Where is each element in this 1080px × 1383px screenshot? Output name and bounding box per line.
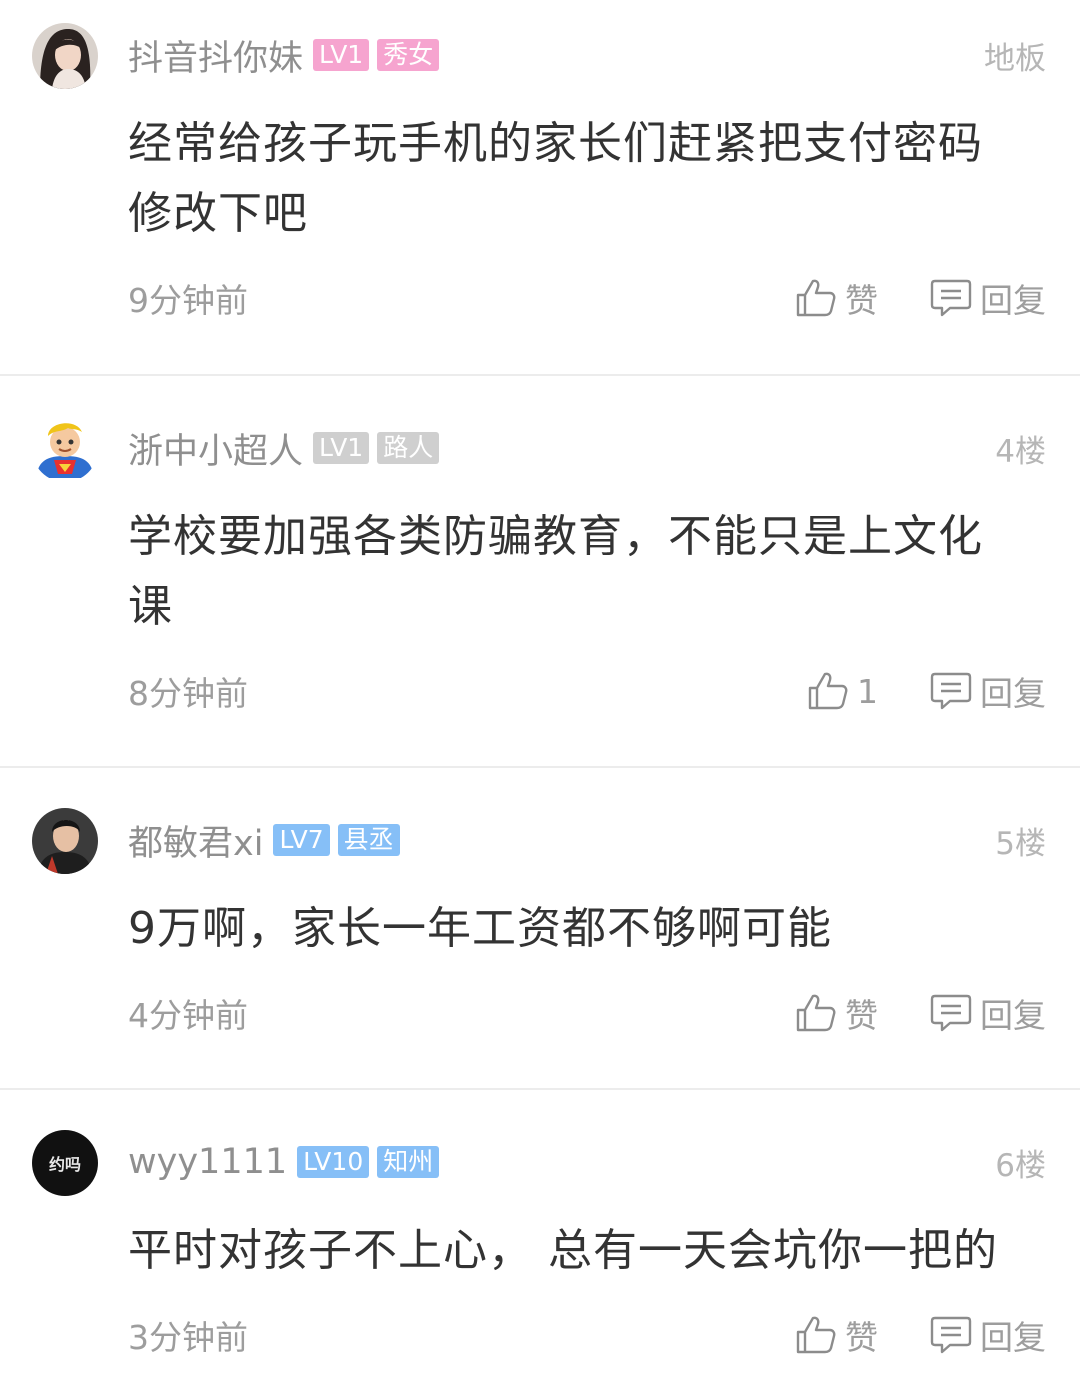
username[interactable]: 抖音抖你妹 (128, 30, 303, 81)
girl-avatar-icon (32, 23, 98, 89)
like-label: 赞 (845, 1318, 878, 1357)
reply-label: 回复 (980, 674, 1046, 713)
comment-bubble-icon (930, 279, 972, 317)
comment-header: 抖音抖你妹 LV1 秀女 地板 (128, 30, 1046, 80)
floor-label: 6楼 (995, 1147, 1046, 1184)
timestamp: 8分钟前 (128, 674, 248, 713)
title-badge: 县丞 (337, 824, 400, 856)
timestamp: 3分钟前 (128, 1318, 248, 1357)
comment-bubble-icon (930, 994, 972, 1032)
timestamp: 9分钟前 (128, 281, 248, 320)
reply-button[interactable]: 回复 (930, 274, 1046, 322)
avatar[interactable]: 约吗 (32, 1130, 98, 1196)
avatar[interactable] (32, 808, 98, 874)
thumbs-up-icon (796, 994, 836, 1032)
comment-header: wyy1111 LV10 知州 6楼 (128, 1137, 1046, 1187)
username[interactable]: 浙中小超人 (128, 423, 303, 474)
level-badge: LV7 (273, 824, 330, 856)
avatar-logo-text: 约吗 (49, 1155, 81, 1174)
like-button[interactable]: 1 (807, 670, 878, 712)
comment-actions: 赞 回复 (795, 274, 1046, 322)
reply-button[interactable]: 回复 (930, 1311, 1046, 1359)
reply-button[interactable]: 回复 (930, 667, 1046, 715)
username[interactable]: 都敏君xi (128, 815, 263, 866)
comment-text: 9万啊，家长一年工资都不够啊可能 (128, 903, 832, 954)
superman-avatar-icon (32, 416, 98, 482)
comment-actions: 赞 回复 (795, 989, 1046, 1037)
comment-footer: 8分钟前 1 回复 (128, 666, 1046, 716)
comment-item: 都敏君xi LV7 县丞 5楼 9万啊，家长一年工资都不够啊可能 4分钟前 赞 … (0, 768, 1080, 1090)
comment-header: 浙中小超人 LV1 路人 4楼 (128, 423, 1046, 473)
comment-actions: 1 回复 (807, 667, 1046, 715)
comment-bubble-icon (930, 672, 972, 710)
timestamp: 4分钟前 (128, 996, 248, 1035)
thumbs-up-icon (808, 672, 848, 710)
comment-footer: 9分钟前 赞 回复 (128, 273, 1046, 323)
comment-footer: 3分钟前 赞 回复 (128, 1310, 1046, 1360)
logo-avatar-icon: 约吗 (32, 1130, 98, 1196)
comment-actions: 赞 回复 (795, 1311, 1046, 1359)
title-badge: 知州 (377, 1146, 440, 1178)
thumbs-up-icon (796, 279, 836, 317)
comment-item: 抖音抖你妹 LV1 秀女 地板 经常给孩子玩手机的家长们赶紧把支付密码修改下吧 … (0, 0, 1080, 376)
floor-label: 地板 (984, 40, 1046, 77)
level-badge: LV1 (313, 39, 370, 71)
comment-header: 都敏君xi LV7 县丞 5楼 (128, 815, 1046, 865)
man-avatar-icon (32, 808, 98, 874)
like-label: 赞 (845, 281, 878, 320)
comment-bubble-icon (930, 1316, 972, 1354)
title-badge: 路人 (377, 432, 440, 464)
comment-text: 经常给孩子玩手机的家长们赶紧把支付密码修改下吧 (128, 118, 983, 239)
comment-text: 学校要加强各类防骗教育，不能只是上文化课 (128, 511, 983, 632)
title-badge: 秀女 (377, 39, 440, 71)
username[interactable]: wyy1111 (128, 1142, 287, 1182)
reply-label: 回复 (980, 996, 1046, 1035)
floor-label: 5楼 (995, 825, 1046, 862)
floor-label: 4楼 (995, 433, 1046, 470)
comment-item: 浙中小超人 LV1 路人 4楼 学校要加强各类防骗教育，不能只是上文化课 8分钟… (0, 376, 1080, 768)
thumbs-up-icon (796, 1316, 836, 1354)
reply-label: 回复 (980, 281, 1046, 320)
like-button[interactable]: 赞 (795, 274, 878, 322)
comment-footer: 4分钟前 赞 回复 (128, 988, 1046, 1038)
level-badge: LV1 (313, 432, 370, 464)
like-count: 1 (857, 671, 878, 711)
reply-button[interactable]: 回复 (930, 989, 1046, 1037)
level-badge: LV10 (297, 1146, 370, 1178)
like-button[interactable]: 赞 (795, 989, 878, 1037)
reply-label: 回复 (980, 1318, 1046, 1357)
avatar[interactable] (32, 23, 98, 89)
like-button[interactable]: 赞 (795, 1311, 878, 1359)
comment-item: 约吗 wyy1111 LV10 知州 6楼 平时对孩子不上心， 总有一天会坑你一… (0, 1090, 1080, 1383)
avatar[interactable] (32, 416, 98, 482)
like-label: 赞 (845, 996, 878, 1035)
comment-text: 平时对孩子不上心， 总有一天会坑你一把的 (128, 1225, 998, 1276)
